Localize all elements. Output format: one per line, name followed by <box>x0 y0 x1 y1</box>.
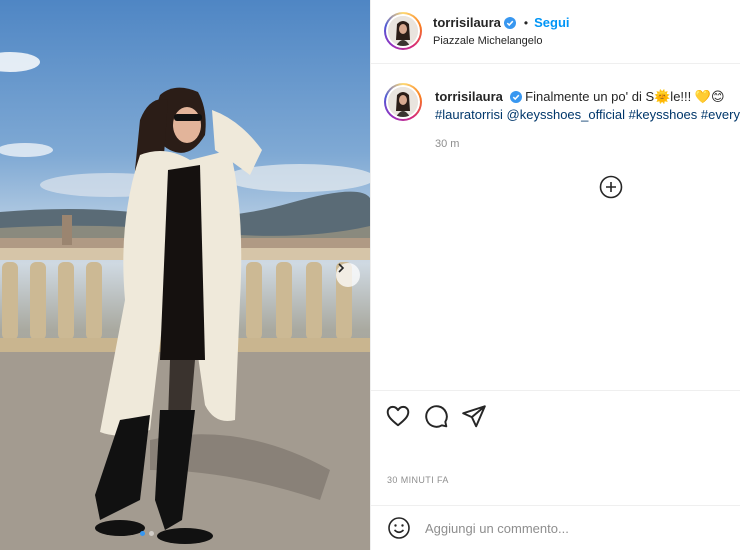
verified-badge-icon <box>503 16 516 29</box>
comment-button[interactable] <box>423 403 449 429</box>
post-date: 30 MINUTI FA <box>387 475 449 485</box>
post-photo[interactable] <box>0 0 370 550</box>
comment-input[interactable] <box>425 515 725 541</box>
comment-icon <box>425 405 448 428</box>
comment-bar <box>371 505 740 550</box>
caption-text: Finalmente un po' di S🌞le!!! 💛😊 <box>525 89 725 104</box>
avatar-photo-icon <box>388 16 418 46</box>
hashtag-link[interactable]: #everyday <box>701 107 740 122</box>
carousel-dot <box>149 531 154 536</box>
smiley-icon <box>388 517 410 539</box>
hashtag-link[interactable]: #lauratorrisi <box>435 107 503 122</box>
author-username[interactable]: torrisilaura <box>433 15 501 30</box>
caption-username[interactable]: torrisilaura <box>435 89 503 104</box>
carousel-dot-active <box>140 531 145 536</box>
plus-circle-icon <box>599 175 623 199</box>
location-link[interactable]: Piazzale Michelangelo <box>433 35 542 47</box>
post-photo-illustration <box>0 52 370 550</box>
author-avatar[interactable] <box>384 12 422 50</box>
caption-text-block: torrisilaura Finalmente un po' di S🌞le!!… <box>435 88 740 124</box>
separator-dot: • <box>523 15 529 30</box>
post-side-panel: torrisilaura • Segui Piazzale Michelange… <box>370 0 740 550</box>
mention-link[interactable]: @keysshoes_official <box>507 107 625 122</box>
emoji-picker-button[interactable] <box>387 516 411 540</box>
chevron-right-icon <box>338 263 345 273</box>
post-actions: 30 MINUTI FA <box>371 390 740 505</box>
avatar-photo-icon <box>388 87 418 117</box>
caption-hashtags: #lauratorrisi @keysshoes_official #keyss… <box>435 106 740 124</box>
like-button[interactable] <box>385 403 411 429</box>
carousel-indicator <box>140 531 154 536</box>
caption-timestamp: 30 m <box>435 138 460 150</box>
follow-button[interactable]: Segui <box>534 15 569 30</box>
post-header: torrisilaura • Segui Piazzale Michelange… <box>371 0 740 64</box>
paper-plane-icon <box>462 405 486 428</box>
hashtag-link[interactable]: #keysshoes <box>629 107 698 122</box>
caption-section: torrisilaura Finalmente un po' di S🌞le!!… <box>371 64 740 390</box>
heart-icon <box>386 405 410 427</box>
caption-avatar[interactable] <box>384 83 422 121</box>
load-more-comments-button[interactable] <box>599 175 623 199</box>
share-button[interactable] <box>461 403 487 429</box>
verified-badge-icon <box>509 91 522 103</box>
carousel-next-button[interactable] <box>336 263 360 287</box>
author-line: torrisilaura • Segui <box>433 15 570 30</box>
